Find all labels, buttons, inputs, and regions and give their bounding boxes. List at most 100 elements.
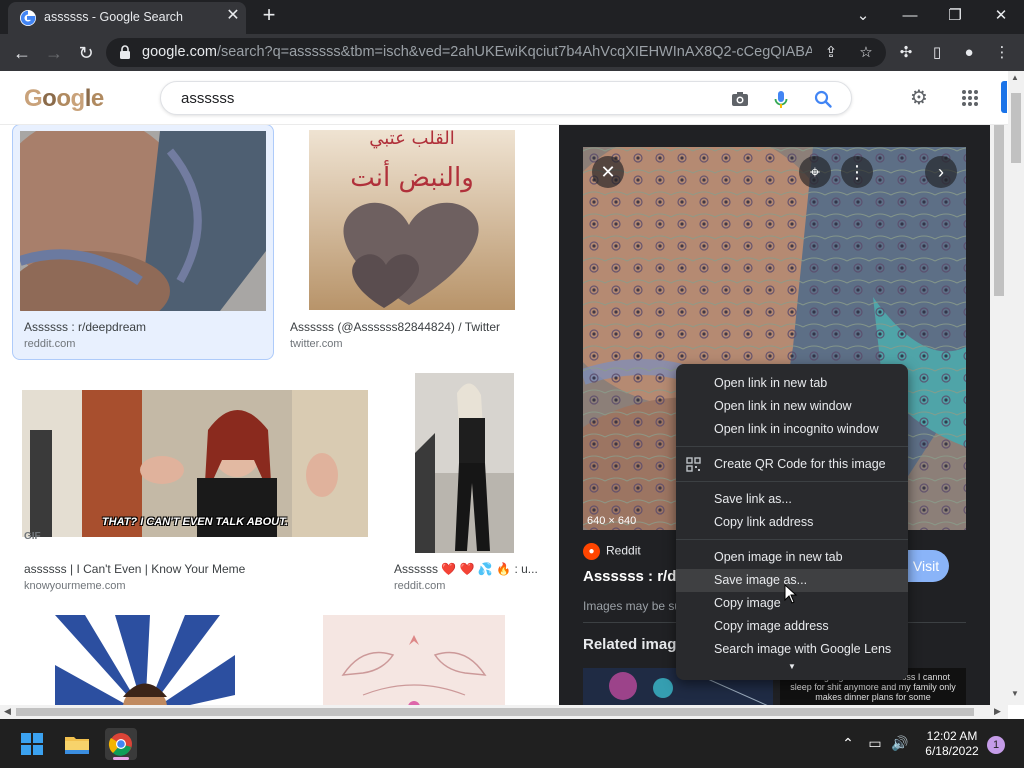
menu-item-open-link-incognito[interactable]: Open link in incognito window: [676, 418, 908, 441]
stairs-photo-thumbnail[interactable]: [415, 373, 514, 553]
mouse-cursor-icon: [784, 584, 798, 604]
notification-badge[interactable]: 1: [987, 736, 1005, 754]
windows-taskbar: ⌃ ▭ 🔊 12:02 AM 6/18/2022 1: [0, 719, 1024, 768]
menu-item-save-link-as[interactable]: Save link as...: [676, 488, 908, 511]
menu-separator: [676, 481, 908, 482]
result-title[interactable]: assssss | I Can't Even | Know Your Meme: [24, 562, 369, 576]
side-panel-icon[interactable]: ▯: [924, 40, 950, 66]
result-card-selected[interactable]: Assssss : r/deepdream reddit.com: [12, 125, 274, 360]
arabic-caption-line2: والنبض أنت: [350, 159, 474, 193]
address-bar[interactable]: google.com/search?q=assssss&tbm=isch&ved…: [106, 38, 886, 67]
page-scrollbar-thumb[interactable]: [1011, 93, 1021, 163]
menu-item-create-qr-code[interactable]: Create QR Code for this image: [676, 453, 908, 476]
doves-illustration-thumbnail[interactable]: [323, 615, 505, 705]
google-lens-icon[interactable]: ⌖: [799, 156, 831, 188]
result-source[interactable]: reddit.com: [24, 338, 75, 350]
forward-button[interactable]: →: [41, 40, 67, 66]
sign-in-accent[interactable]: [1001, 81, 1007, 113]
network-icon[interactable]: ▭: [865, 733, 885, 753]
lock-icon[interactable]: [118, 44, 134, 60]
new-tab-button[interactable]: +: [258, 4, 280, 27]
google-header: Google assssss ⚙: [0, 71, 1008, 125]
result-card[interactable]: [288, 615, 540, 705]
file-explorer-icon[interactable]: [61, 728, 93, 760]
tab-strip: assssss - Google Search ✕ + ⌄ — ❐ ✕: [0, 0, 1024, 34]
result-card[interactable]: [20, 615, 270, 705]
arabic-caption-line1: القلب عتبي: [369, 130, 455, 149]
preview-title[interactable]: Assssss : r/deepdream: [583, 568, 678, 585]
reload-button[interactable]: ↻: [73, 40, 99, 66]
gif-badge: GIF: [24, 531, 41, 542]
close-preview-icon[interactable]: ✕: [592, 156, 624, 188]
restore-button[interactable]: ❐: [941, 3, 969, 29]
volume-icon[interactable]: 🔊: [890, 733, 910, 753]
heart-stone-thumbnail[interactable]: والنبض أنت القلب عتبي: [309, 130, 515, 310]
extensions-puzzle-icon[interactable]: ✣: [893, 40, 919, 66]
scroll-up-arrow-icon[interactable]: ▲: [1011, 73, 1019, 82]
scroll-left-arrow-icon[interactable]: ◀: [4, 706, 11, 717]
taskbar-clock[interactable]: 12:02 AM 6/18/2022: [916, 729, 988, 759]
tab-close-icon[interactable]: ✕: [224, 7, 242, 25]
result-card[interactable]: THAT? I CAN'T EVEN TALK ABOUT. GIF assss…: [14, 373, 372, 607]
menu-item-open-link-new-window[interactable]: Open link in new window: [676, 395, 908, 418]
copyright-note: Images may be subject to copyright.: [583, 599, 678, 613]
reddit-icon: ●: [583, 543, 600, 560]
sunburst-thumbnail[interactable]: [55, 615, 235, 705]
screen: assssss - Google Search ✕ + ⌄ — ❐ ✕ ← → …: [0, 0, 1024, 768]
context-menu: Open link in new tab Open link in new wi…: [676, 364, 908, 680]
menu-item-copy-image-address[interactable]: Copy image address: [676, 615, 908, 638]
search-box[interactable]: assssss: [160, 81, 852, 115]
minimize-button[interactable]: —: [896, 3, 924, 29]
horizontal-scrollbar[interactable]: ◀ ▶: [0, 705, 1008, 719]
page-vertical-scrollbar[interactable]: ▲ ▼: [1008, 71, 1024, 705]
image-dimensions: 640 × 640: [587, 515, 637, 527]
search-icon[interactable]: [812, 88, 834, 110]
google-favicon-icon: [20, 10, 36, 26]
more-options-icon[interactable]: ⋮: [841, 156, 873, 188]
search-query[interactable]: assssss: [181, 90, 234, 107]
result-card[interactable]: والنبض أنت القلب عتبي Assssss (@Assssss8…: [286, 125, 542, 361]
camera-icon[interactable]: [729, 88, 751, 110]
result-title[interactable]: Assssss ❤️ ❤️ 💦 🔥 : u...: [394, 562, 539, 576]
meme-gif-thumbnail[interactable]: THAT? I CAN'T EVEN TALK ABOUT.: [22, 390, 368, 537]
url-text: google.com/search?q=assssss&tbm=isch&ved…: [142, 44, 812, 60]
deepdream-thumbnail[interactable]: [20, 131, 266, 311]
scroll-right-arrow-icon[interactable]: ▶: [994, 706, 1001, 717]
clock-time: 12:02 AM: [926, 729, 978, 743]
tab-google-search[interactable]: assssss - Google Search ✕: [8, 2, 246, 34]
preview-scrollbar-thumb[interactable]: [994, 125, 1004, 296]
menu-more-arrow-icon[interactable]: ▼: [788, 662, 796, 671]
horizontal-scrollbar-thumb[interactable]: [16, 708, 974, 716]
clock-date: 6/18/2022: [925, 744, 979, 758]
share-icon[interactable]: ⇪: [820, 42, 842, 64]
result-source[interactable]: twitter.com: [290, 338, 343, 350]
tab-search-icon[interactable]: ⌄: [849, 3, 877, 29]
menu-item-copy-link-address[interactable]: Copy link address: [676, 511, 908, 534]
result-title[interactable]: Assssss : r/deepdream: [24, 320, 264, 334]
google-doodle-logo[interactable]: Google: [24, 85, 104, 113]
menu-item-search-google-lens[interactable]: Search image with Google Lens: [676, 638, 908, 661]
menu-item-open-image-new-tab[interactable]: Open image in new tab: [676, 546, 908, 569]
menu-item-open-link-new-tab[interactable]: Open link in new tab: [676, 372, 908, 395]
result-source[interactable]: knowyourmeme.com: [24, 580, 125, 592]
preview-source[interactable]: ● Reddit: [583, 543, 641, 560]
close-window-button[interactable]: ✕: [987, 3, 1015, 29]
next-image-icon[interactable]: ›: [925, 156, 957, 188]
chrome-menu-icon[interactable]: ⋮: [989, 40, 1015, 66]
tab-title: assssss - Google Search: [44, 10, 183, 24]
back-button[interactable]: ←: [9, 40, 35, 66]
tray-overflow-chevron-icon[interactable]: ⌃: [838, 733, 858, 753]
result-title[interactable]: Assssss (@Assssss82844824) / Twitter: [290, 320, 540, 334]
google-apps-grid-icon[interactable]: [957, 85, 983, 111]
microphone-icon[interactable]: [770, 88, 792, 110]
scroll-down-arrow-icon[interactable]: ▼: [1011, 689, 1019, 698]
windows-start-icon[interactable]: [16, 728, 48, 760]
result-card[interactable]: Assssss ❤️ ❤️ 💦 🔥 : u... reddit.com: [390, 373, 542, 607]
settings-gear-icon[interactable]: ⚙: [906, 85, 932, 111]
result-source[interactable]: reddit.com: [394, 580, 445, 592]
profile-avatar-icon[interactable]: ●: [956, 40, 982, 66]
meme-caption: THAT? I CAN'T EVEN TALK ABOUT.: [101, 516, 289, 528]
bookmark-star-icon[interactable]: ☆: [855, 42, 877, 64]
preview-scrollbar[interactable]: [990, 125, 1008, 705]
chrome-taskbar-icon[interactable]: [105, 728, 137, 760]
